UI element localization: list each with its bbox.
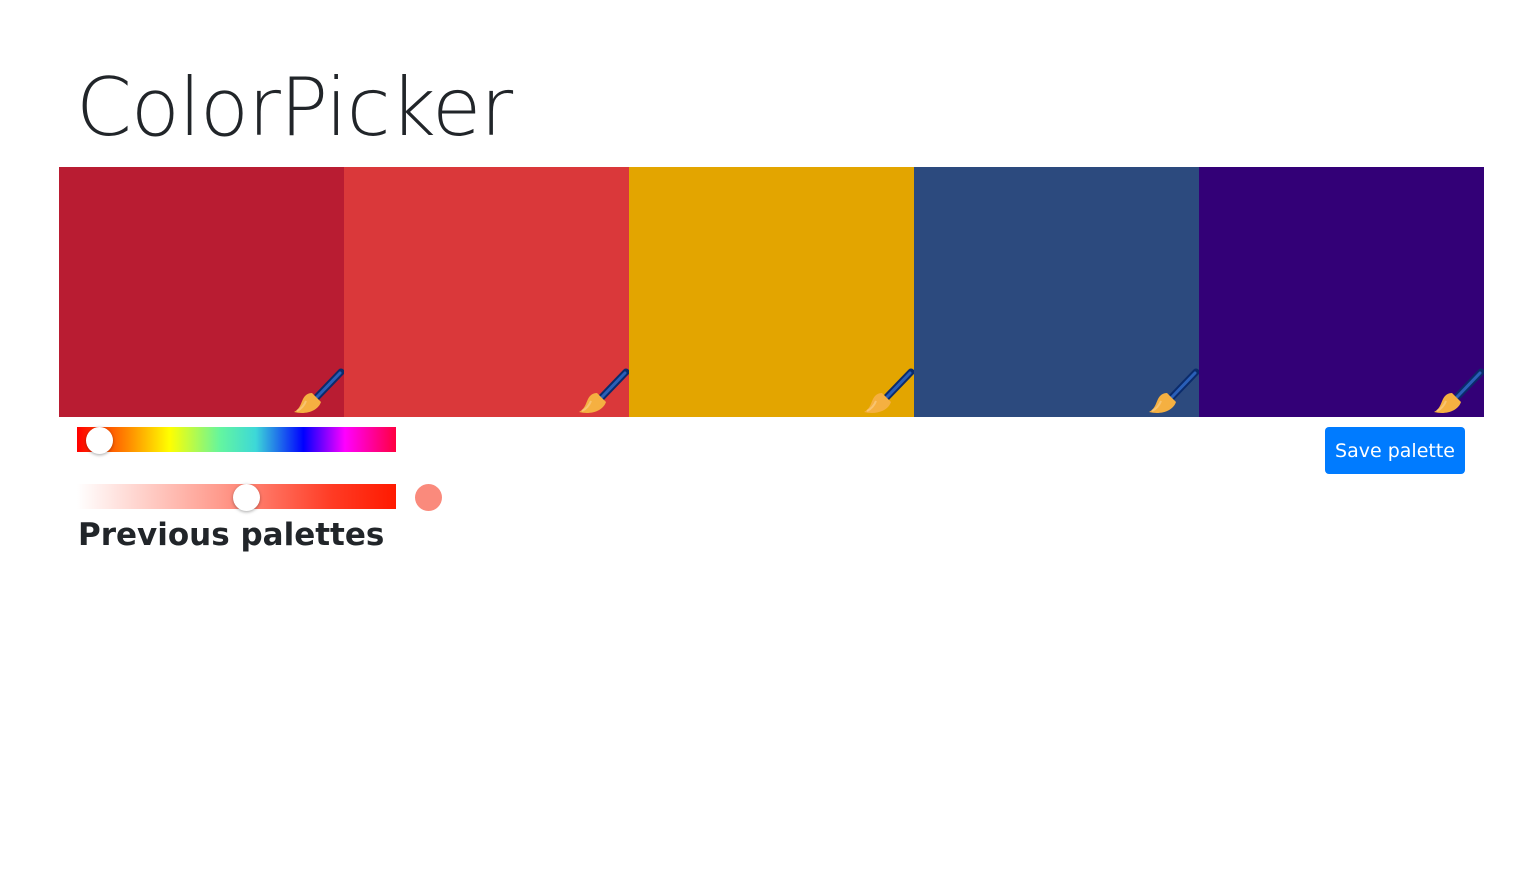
color-preview-dot [415,484,442,511]
saturation-slider-thumb[interactable] [233,483,261,511]
swatch-4[interactable] [914,167,1199,417]
swatch-3[interactable] [629,167,914,417]
swatch-1[interactable] [59,167,344,417]
save-palette-button[interactable]: Save palette [1325,427,1465,474]
hue-slider[interactable] [77,426,396,454]
paintbrush-icon[interactable] [292,367,344,415]
paintbrush-icon[interactable] [1432,367,1484,415]
swatch-2[interactable] [344,167,629,417]
paintbrush-icon[interactable] [1147,367,1199,415]
saturation-slider[interactable] [77,483,396,511]
hue-slider-thumb[interactable] [86,426,114,454]
paintbrush-icon[interactable] [862,367,914,415]
page-title: ColorPicker [76,61,513,154]
paintbrush-icon[interactable] [577,367,629,415]
previous-palettes-title: Previous palettes [78,517,385,553]
palette-swatches [59,167,1484,417]
swatch-5[interactable] [1199,167,1484,417]
